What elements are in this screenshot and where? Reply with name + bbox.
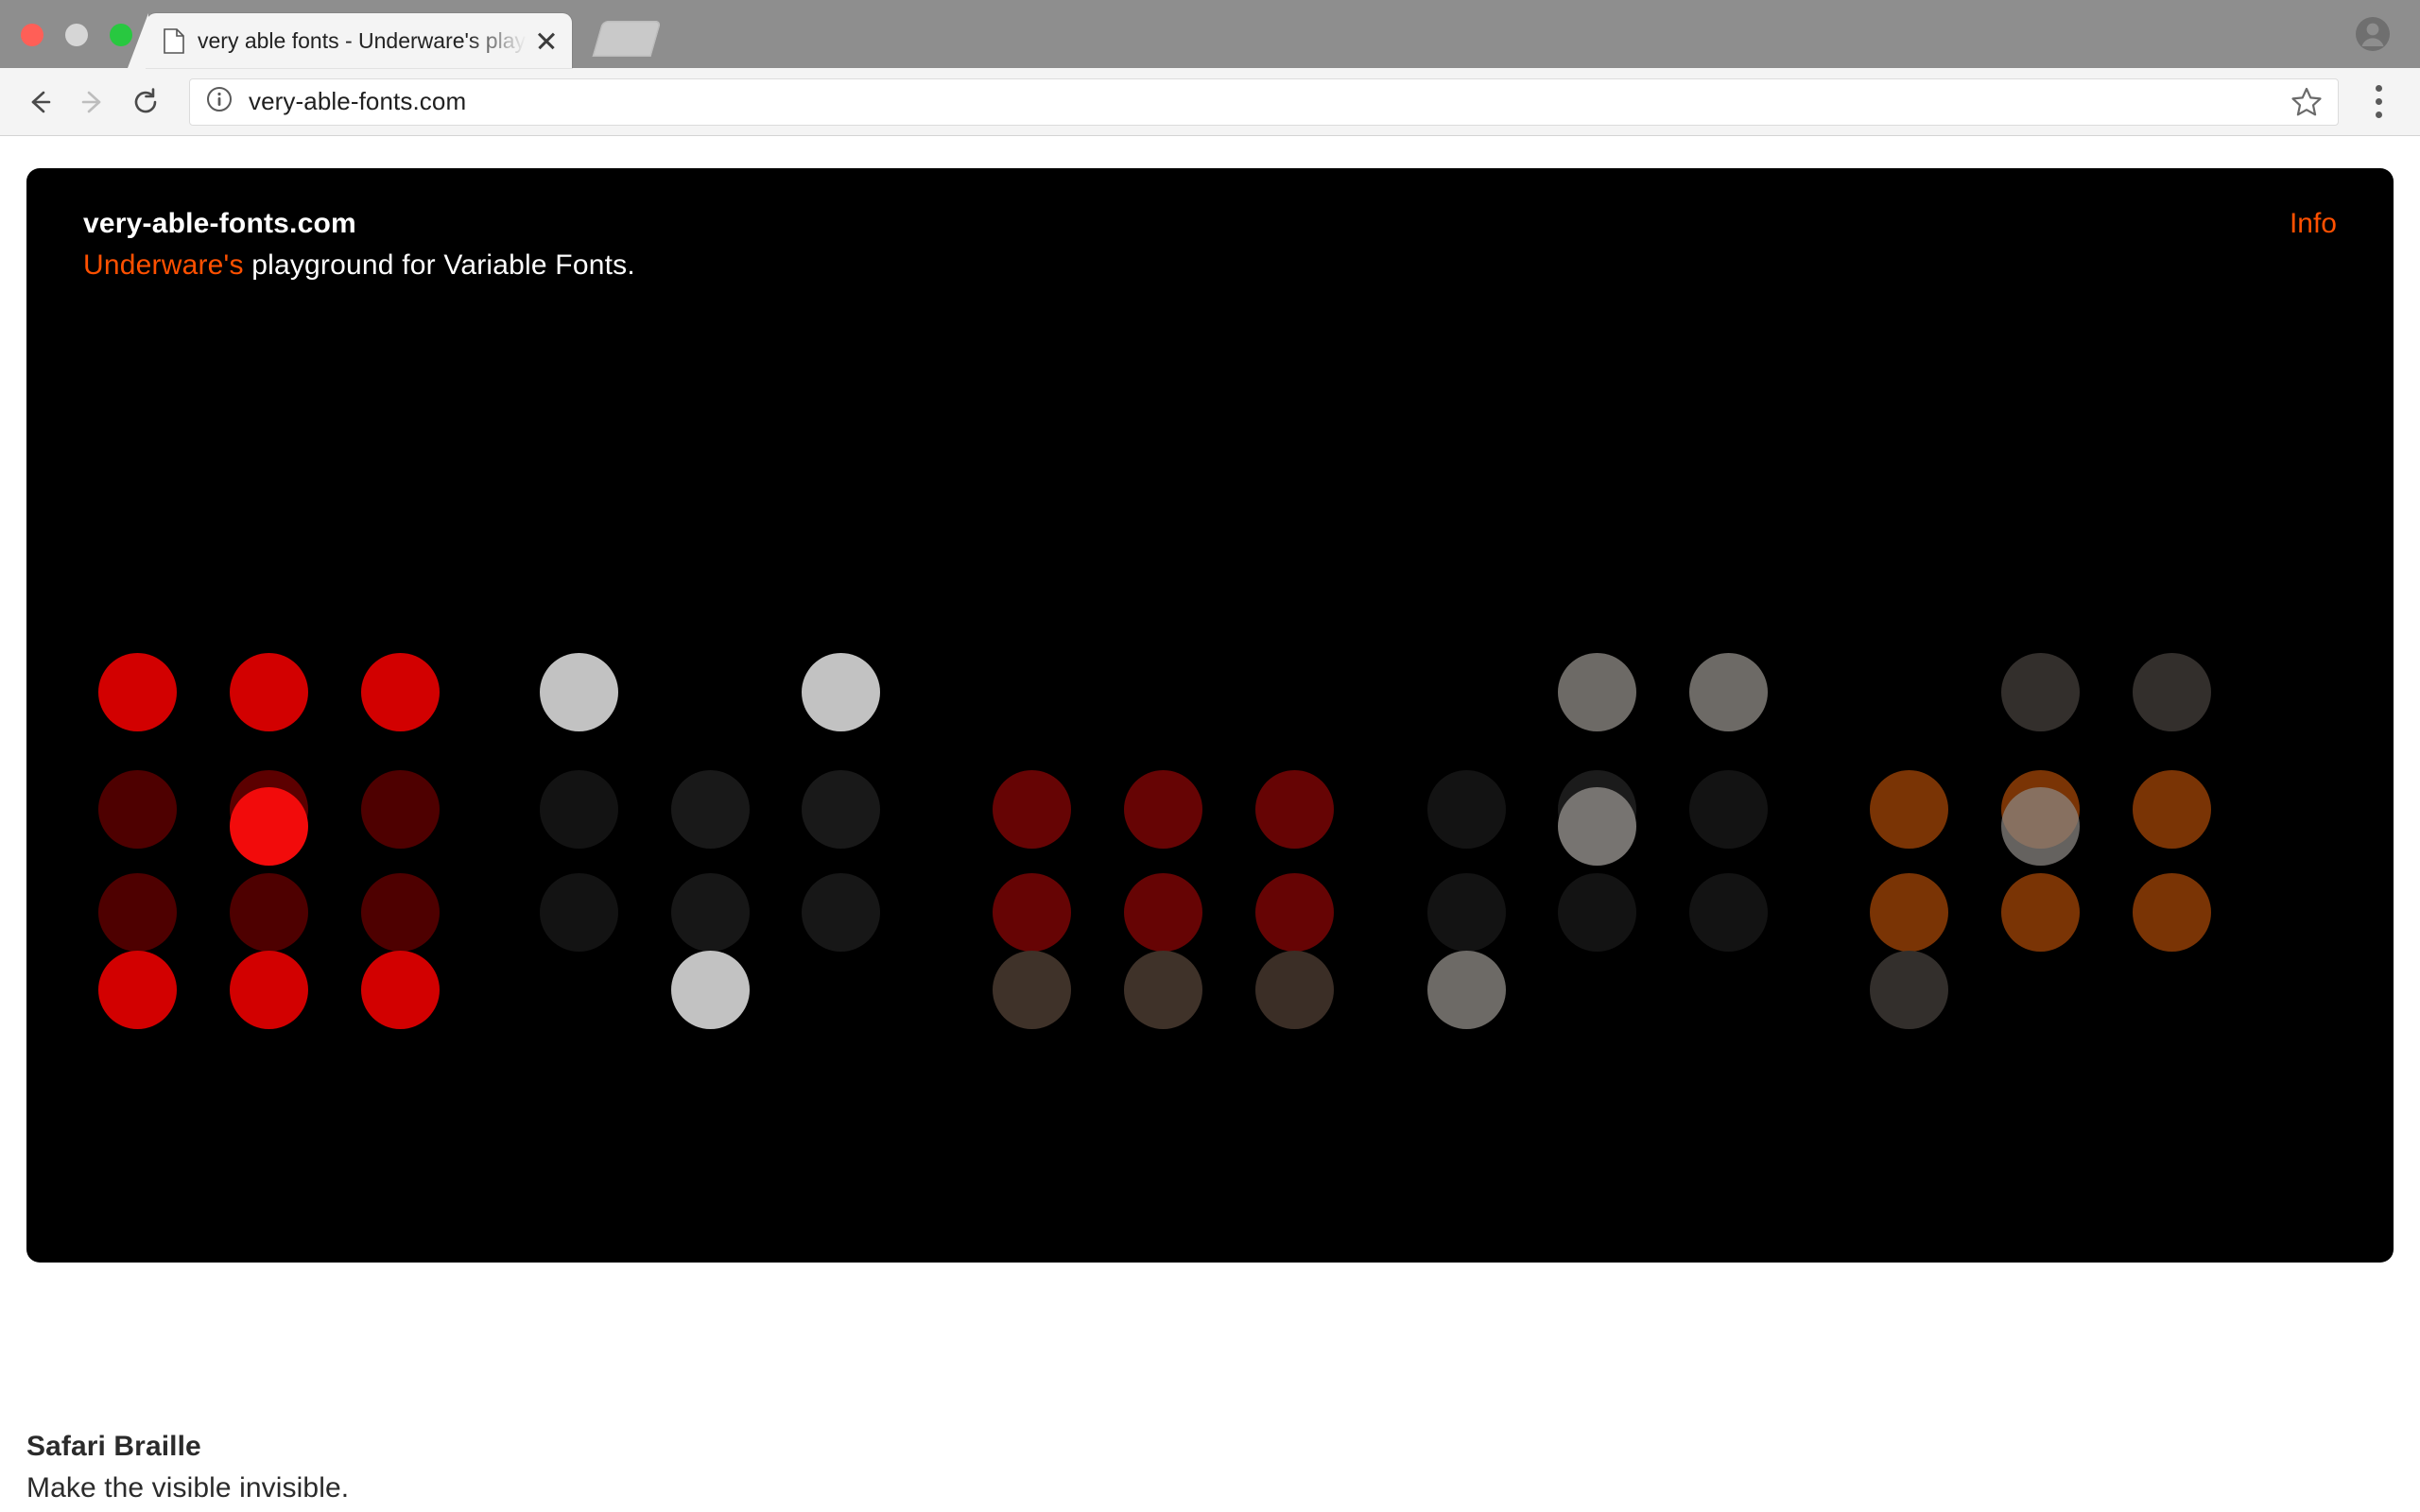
dot-r3-c12[interactable] [1689, 873, 1768, 952]
forward-arrow-icon [66, 76, 119, 129]
dot-r3-c8[interactable] [1124, 873, 1202, 952]
reload-icon[interactable] [119, 76, 172, 129]
new-tab-button[interactable] [592, 21, 662, 57]
dot-r1-c13[interactable] [1689, 653, 1768, 731]
dot-r4-c7[interactable] [993, 951, 1071, 1029]
dot-r2-c9[interactable] [1255, 770, 1334, 849]
dot-r2-c4[interactable] [540, 770, 618, 849]
dot-r3-c2[interactable] [230, 873, 308, 952]
dot-r2-c10[interactable] [1427, 770, 1506, 849]
browser-tab-title: very able fonts - Underware's playground… [198, 27, 527, 53]
dot-r1-c4[interactable] [540, 653, 618, 731]
tab-strip: very able fonts - Underware's playground… [0, 0, 2420, 68]
dot-r2-c8[interactable] [1124, 770, 1202, 849]
dot-r1-c3[interactable] [361, 653, 440, 731]
minimize-window-button[interactable] [65, 24, 88, 46]
dot-r3-c14[interactable] [2001, 873, 2080, 952]
window-traffic-lights [21, 24, 132, 46]
kebab-menu-icon[interactable] [2358, 76, 2399, 129]
braille-dot-grid[interactable] [26, 168, 2394, 1263]
dot-r3-c10[interactable] [1427, 873, 1506, 952]
page-icon [164, 27, 184, 54]
dot-r2-c12[interactable] [1689, 770, 1768, 849]
zoom-window-button[interactable] [110, 24, 132, 46]
dot-r4-c1[interactable] [98, 951, 177, 1029]
dot-r3-c15[interactable] [2133, 873, 2211, 952]
article-line-2: And the other way around. [26, 1506, 2295, 1512]
dot-r4-c2[interactable] [230, 951, 308, 1029]
dot-r3-c13[interactable] [1870, 873, 1948, 952]
browser-toolbar: very-able-fonts.com [0, 68, 2420, 136]
dot-r1-c15[interactable] [2001, 653, 2080, 731]
dot-r2-c13[interactable] [1870, 770, 1948, 849]
browser-tab[interactable]: very able fonts - Underware's playground… [147, 13, 572, 68]
dot-r3-c11[interactable] [1558, 873, 1636, 952]
dot-r4-c3[interactable] [361, 951, 440, 1029]
dot-r3-c3[interactable] [361, 873, 440, 952]
dot-r1-c12[interactable] [1558, 653, 1636, 731]
dot-r3-c1[interactable] [98, 873, 177, 952]
dot-r2-c11-active-overlay[interactable] [1558, 787, 1636, 866]
dot-r2-c3[interactable] [361, 770, 440, 849]
dot-r4-c9[interactable] [1255, 951, 1334, 1029]
account-avatar-icon[interactable] [2350, 11, 2395, 57]
address-bar[interactable]: very-able-fonts.com [189, 77, 2339, 126]
url-text[interactable]: very-able-fonts.com [249, 87, 2289, 116]
back-arrow-icon[interactable] [13, 76, 66, 129]
dot-r1-c6[interactable] [802, 653, 880, 731]
dot-r2-c1[interactable] [98, 770, 177, 849]
dot-r2-c2-active-overlay[interactable] [230, 787, 308, 866]
variable-font-hero-panel: very-able-fonts.com Underware's playgrou… [26, 168, 2394, 1263]
dot-r3-c7[interactable] [993, 873, 1071, 952]
info-circle-icon[interactable] [205, 85, 233, 118]
dot-r3-c5[interactable] [671, 873, 750, 952]
dot-r3-c6[interactable] [802, 873, 880, 952]
dot-r4-c13[interactable] [1870, 951, 1948, 1029]
close-icon[interactable] [534, 28, 559, 53]
dot-r2-c14-active-overlay[interactable] [2001, 787, 2080, 866]
dot-r4-c5[interactable] [671, 951, 750, 1029]
close-window-button[interactable] [21, 24, 43, 46]
article-heading: Safari Braille [26, 1431, 201, 1462]
dot-r1-c1[interactable] [98, 653, 177, 731]
dot-r1-c16[interactable] [2133, 653, 2211, 731]
dot-r2-c15[interactable] [2133, 770, 2211, 849]
dot-r1-c2[interactable] [230, 653, 308, 731]
article-body: Safari Braille Make the visible invisibl… [26, 1431, 2295, 1512]
dot-r3-c9[interactable] [1255, 873, 1334, 952]
dot-r2-c6[interactable] [802, 770, 880, 849]
dot-r2-c7[interactable] [993, 770, 1071, 849]
dot-r4-c8[interactable] [1124, 951, 1202, 1029]
page-content: very-able-fonts.com Underware's playgrou… [0, 136, 2420, 1512]
dot-r4-c10[interactable] [1427, 951, 1506, 1029]
star-outline-icon[interactable] [2289, 84, 2325, 120]
dot-r3-c4[interactable] [540, 873, 618, 952]
article-line-1: Make the visible invisible. [26, 1472, 350, 1503]
dot-r2-c5[interactable] [671, 770, 750, 849]
browser-window: very able fonts - Underware's playground… [0, 0, 2420, 1512]
